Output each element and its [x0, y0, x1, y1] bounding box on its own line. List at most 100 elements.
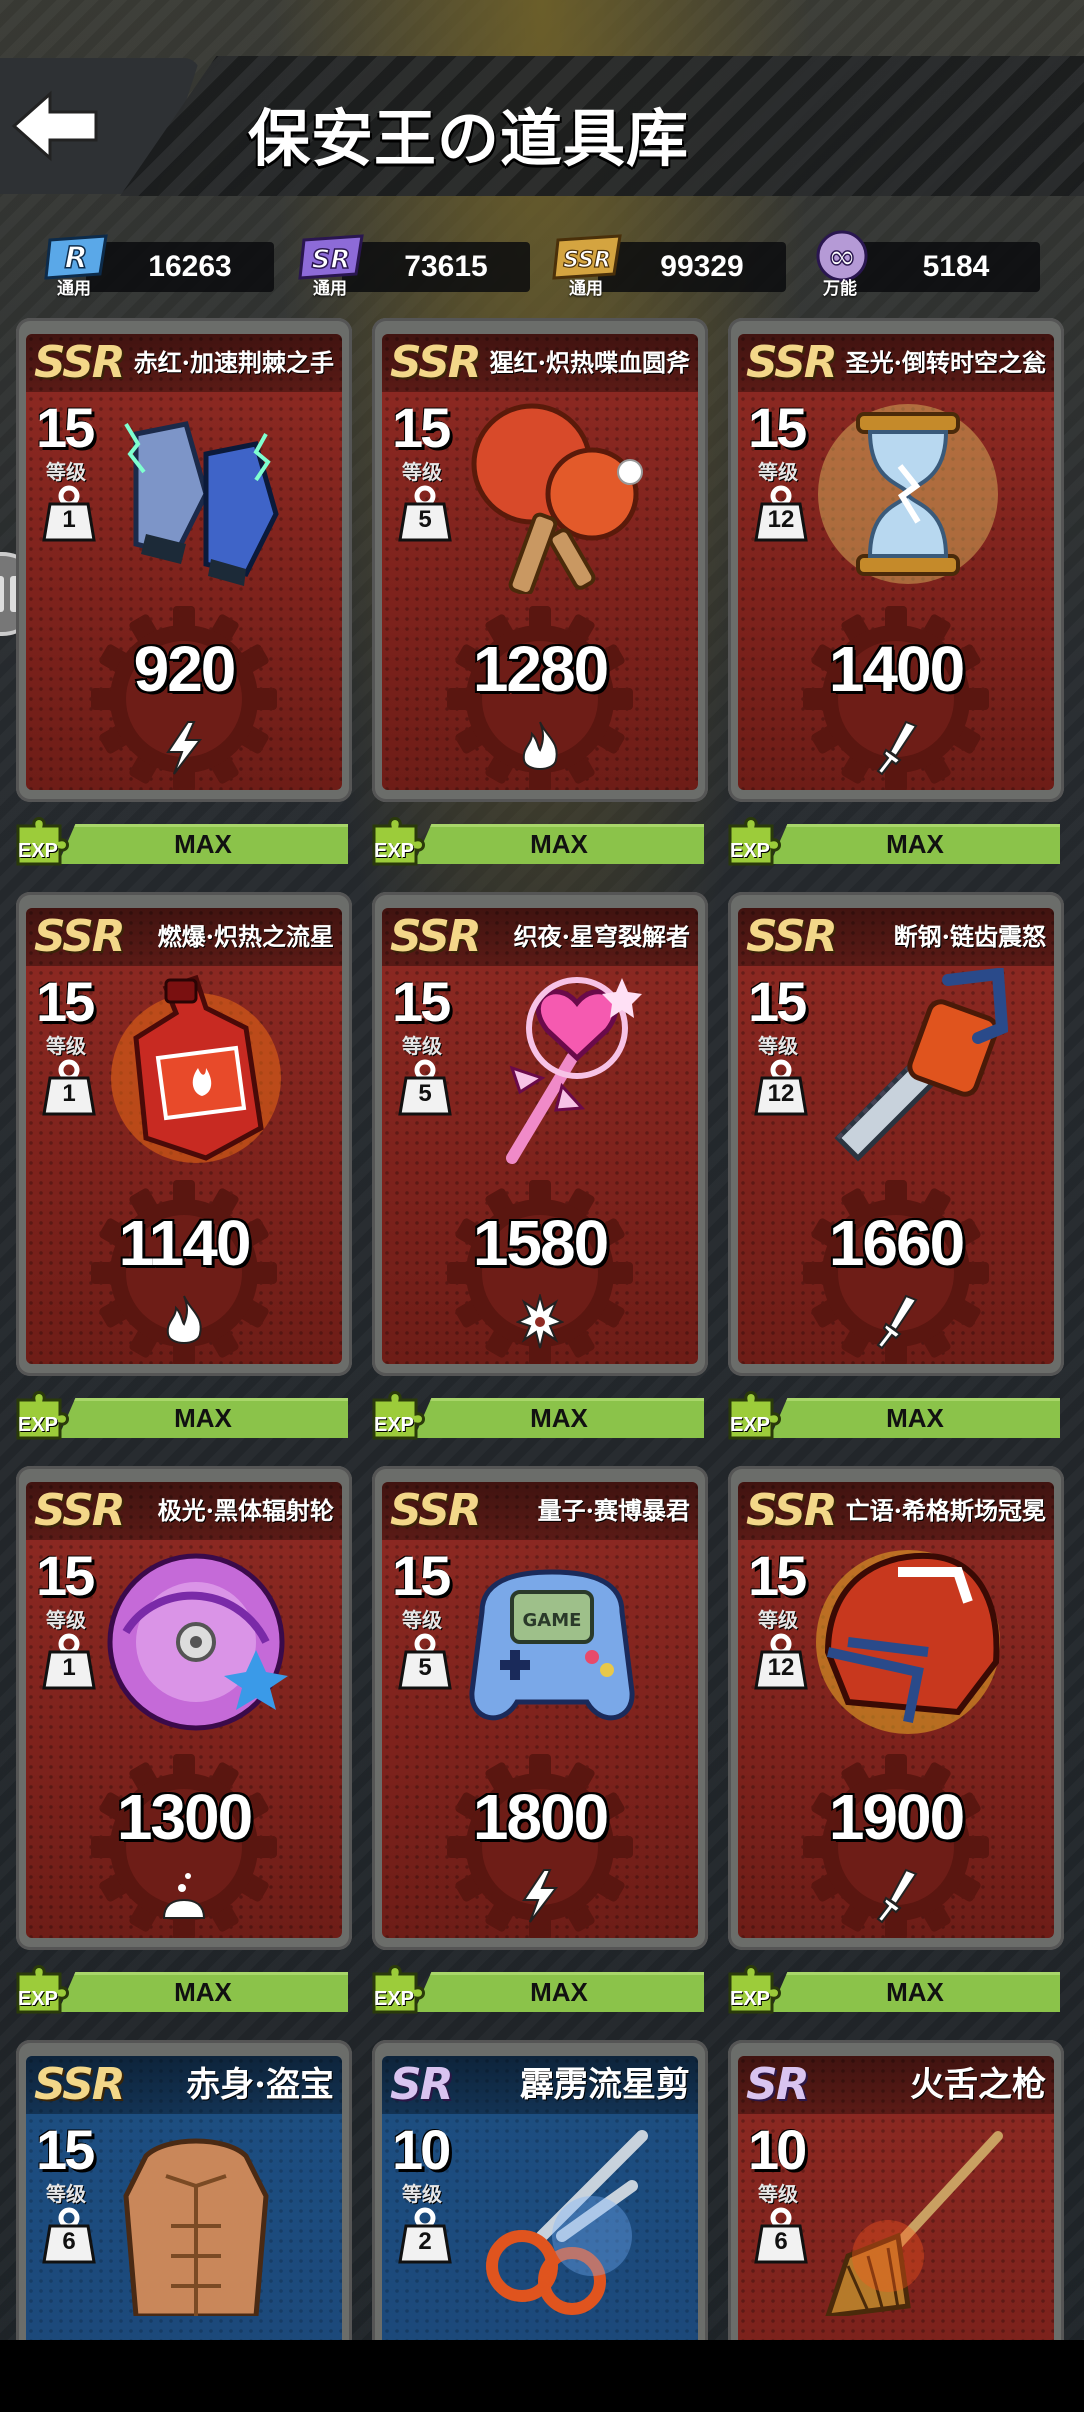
currency-sub: 万能 [823, 279, 857, 299]
level-label: 等级 [46, 1034, 86, 1058]
level-label: 等级 [758, 1034, 798, 1058]
rarity-label: SSR [746, 337, 838, 388]
weight-value: 12 [767, 506, 795, 533]
item-card[interactable]: SSR 断钢·链齿震怒 15 等级 12 1660 [728, 892, 1064, 1376]
item-card[interactable]: SSR 亡语·希格斯场冠冕 15 等级 12 1900 [728, 1466, 1064, 1950]
torso-art-icon [123, 2138, 269, 2316]
arrow-left-icon [11, 90, 98, 162]
paddles-art-icon [471, 403, 643, 594]
level-label: 等级 [402, 460, 442, 484]
item-name: 断钢·链齿震怒 [893, 922, 1046, 951]
item-name: 亡语·希格斯场冠冕 [845, 1496, 1046, 1525]
exp-bar-row: MAX EXP [12, 1960, 348, 2016]
currency-value: 73615 [404, 250, 488, 283]
bottom-bar [0, 2340, 1084, 2412]
item-name: 织夜·星穹裂解者 [513, 922, 690, 951]
currency-sub: 通用 [57, 279, 91, 299]
rarity-label: SSR [390, 337, 482, 388]
rarity-label: SSR [746, 911, 838, 962]
item-card[interactable]: SSR 燃爆·炽热之流星 15 等级 1 1140 [16, 892, 352, 1376]
snowflake-icon [516, 1294, 564, 1349]
exp-max-label: MAX [886, 1977, 944, 2007]
back-button[interactable] [10, 88, 100, 164]
item-name: 霹雳流星剪 [520, 2065, 690, 2105]
currency-sub: 通用 [569, 279, 603, 299]
weight-value: 2 [418, 2228, 432, 2255]
level-number: 15 [36, 396, 95, 459]
item-name: 赤身·盗宝 [186, 2065, 334, 2105]
exp-bar-row: MAX EXP [724, 812, 1060, 868]
level-label: 等级 [46, 1608, 86, 1632]
level-label: 等级 [46, 2182, 86, 2206]
broom-art-icon [825, 2131, 1003, 2316]
sword-icon [876, 1868, 918, 1924]
level-label: 等级 [758, 2182, 798, 2206]
power-value: 1800 [472, 1781, 609, 1853]
power-value: 1580 [472, 1207, 609, 1279]
exp-max-label: MAX [886, 829, 944, 859]
exp-bar-row: MAX EXP [368, 1960, 704, 2016]
level-number: 15 [748, 396, 807, 459]
level-number: 10 [392, 2118, 451, 2181]
wand-art-icon [506, 977, 642, 1164]
exp-label: EXP [18, 1414, 59, 1436]
currency-ssr: 99329 SSR 通用 [548, 228, 798, 300]
weight-value: 6 [774, 2228, 788, 2255]
level-number: 15 [36, 2118, 95, 2181]
item-card[interactable]: SSR 猩红·炽热喋血圆斧 15 等级 5 1280 [372, 318, 708, 802]
rarity-label: SSR [34, 2059, 126, 2110]
rarity-label: SSR [746, 1485, 838, 1536]
rarity-label: SR [390, 2059, 454, 2110]
weight-value: 12 [767, 1654, 795, 1681]
card-body: SSR 极光·黑体辐射轮 15 等级 1 1300 [26, 1482, 342, 1938]
item-name: 量子·赛博暴君 [537, 1496, 690, 1525]
item-name: 赤红·加速荆棘之手 [133, 348, 334, 377]
weight-value: 1 [62, 1080, 76, 1107]
item-name: 极光·黑体辐射轮 [157, 1496, 334, 1525]
exp-bar-row: MAX EXP [724, 1386, 1060, 1442]
rarity-label: SSR [390, 911, 482, 962]
currency-badge-label: R [64, 241, 87, 276]
level-number: 15 [392, 1544, 451, 1607]
currency-universal: 5184 ∞ 万能 [802, 228, 1052, 300]
disc-art-icon [107, 1553, 288, 1731]
exp-bar-row: MAX EXP [12, 812, 348, 868]
level-number: 15 [392, 396, 451, 459]
level-label: 等级 [758, 460, 798, 484]
currency-r: 16263 R 通用 [36, 228, 286, 300]
power-value: 1900 [828, 1781, 965, 1853]
level-label: 等级 [402, 2182, 442, 2206]
item-card[interactable]: SSR 赤红·加速荆棘之手 15 等级 1 920 [16, 318, 352, 802]
exp-bar-row: MAX EXP [12, 1386, 348, 1442]
power-value: 1300 [116, 1781, 253, 1853]
rarity-label: SSR [34, 1485, 126, 1536]
exp-label: EXP [374, 840, 415, 862]
exp-bar-row: MAX EXP [368, 812, 704, 868]
power-value: 1280 [472, 633, 609, 705]
bottle-art-icon [111, 974, 281, 1163]
sword-icon [876, 1294, 918, 1350]
item-name: 圣光·倒转时空之瓮 [845, 348, 1046, 377]
hourglass-art-icon [818, 404, 998, 584]
level-label: 等级 [402, 1608, 442, 1632]
card-body: SSR 赤红·加速荆棘之手 15 等级 1 920 [26, 334, 342, 790]
exp-label: EXP [374, 1988, 415, 2010]
exp-max-label: MAX [530, 829, 588, 859]
flame-icon [166, 1295, 202, 1344]
level-number: 15 [392, 970, 451, 1033]
item-card[interactable]: SSR 极光·黑体辐射轮 15 等级 1 1300 [16, 1466, 352, 1950]
helmet-art-icon [816, 1550, 1000, 1734]
chainsaw-art-icon [834, 968, 1008, 1162]
level-label: 等级 [46, 460, 86, 484]
level-number: 15 [748, 1544, 807, 1607]
weight-value: 5 [418, 1654, 432, 1681]
card-body: SSR 圣光·倒转时空之瓮 15 等级 12 1400 [738, 334, 1054, 790]
rarity-label: SSR [34, 911, 126, 962]
item-card[interactable]: SSR 圣光·倒转时空之瓮 15 等级 12 1400 [728, 318, 1064, 802]
item-card[interactable]: GAME SSR 量子·赛博暴君 15 等级 5 1800 [372, 1466, 708, 1950]
card-body: SSR 亡语·希格斯场冠冕 15 等级 12 1900 [738, 1482, 1054, 1938]
exp-label: EXP [730, 1988, 771, 2010]
level-number: 15 [36, 1544, 95, 1607]
lightning-icon [522, 1869, 559, 1923]
item-card[interactable]: SSR 织夜·星穹裂解者 15 等级 5 1580 [372, 892, 708, 1376]
